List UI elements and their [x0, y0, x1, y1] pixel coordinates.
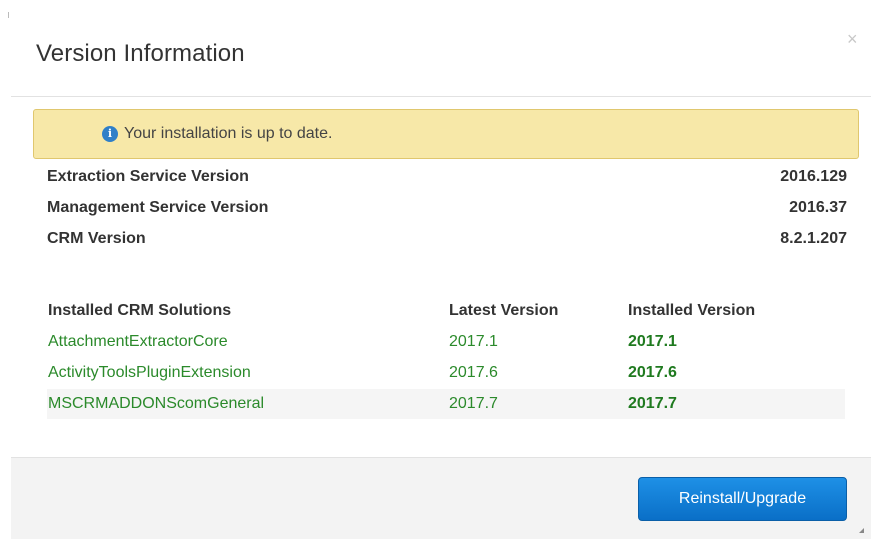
- solution-latest-version: 2017.6: [449, 364, 498, 381]
- version-dialog: Version Information × i Your installatio…: [11, 0, 871, 539]
- version-value: 2016.129: [780, 168, 847, 185]
- resize-grip-icon[interactable]: [859, 528, 864, 533]
- dialog-title: Version Information: [36, 40, 245, 67]
- dialog-footer: Reinstall/Upgrade: [11, 457, 871, 539]
- solution-name: ActivityToolsPluginExtension: [48, 364, 251, 381]
- version-label: Management Service Version: [47, 199, 269, 216]
- version-label: CRM Version: [47, 230, 146, 247]
- solution-installed-version: 2017.1: [628, 333, 677, 350]
- version-value: 8.2.1.207: [780, 230, 847, 247]
- version-value: 2016.37: [789, 199, 847, 216]
- edge-tick: [8, 12, 9, 18]
- column-header-installed: Installed Version: [628, 302, 756, 319]
- solution-latest-version: 2017.1: [449, 333, 498, 350]
- solution-name: MSCRMADDONScomGeneral: [48, 395, 265, 412]
- dialog-header: Version Information ×: [11, 0, 871, 97]
- solution-name: AttachmentExtractorCore: [48, 333, 228, 350]
- solution-row: AttachmentExtractorCore 2017.1 2017.1: [47, 327, 845, 357]
- column-header-solutions: Installed CRM Solutions: [48, 302, 232, 319]
- reinstall-upgrade-button[interactable]: Reinstall/Upgrade: [638, 477, 847, 521]
- solution-installed-version: 2017.6: [628, 364, 677, 381]
- info-icon: i: [102, 126, 118, 142]
- solution-latest-version: 2017.7: [449, 395, 498, 412]
- version-row-management: Management Service Version 2016.37: [47, 195, 847, 223]
- version-label: Extraction Service Version: [47, 168, 249, 185]
- solutions-header: Installed CRM Solutions Latest Version I…: [47, 298, 847, 324]
- alert-message: Your installation is up to date.: [124, 125, 333, 142]
- solution-row: MSCRMADDONScomGeneral 2017.7 2017.7: [47, 389, 845, 419]
- version-row-extraction: Extraction Service Version 2016.129: [47, 164, 847, 192]
- status-alert: i Your installation is up to date.: [33, 109, 859, 159]
- solution-row: ActivityToolsPluginExtension 2017.6 2017…: [47, 358, 845, 388]
- version-row-crm: CRM Version 8.2.1.207: [47, 226, 847, 254]
- solution-installed-version: 2017.7: [628, 395, 677, 412]
- column-header-latest: Latest Version: [449, 302, 559, 319]
- close-icon[interactable]: ×: [847, 30, 858, 48]
